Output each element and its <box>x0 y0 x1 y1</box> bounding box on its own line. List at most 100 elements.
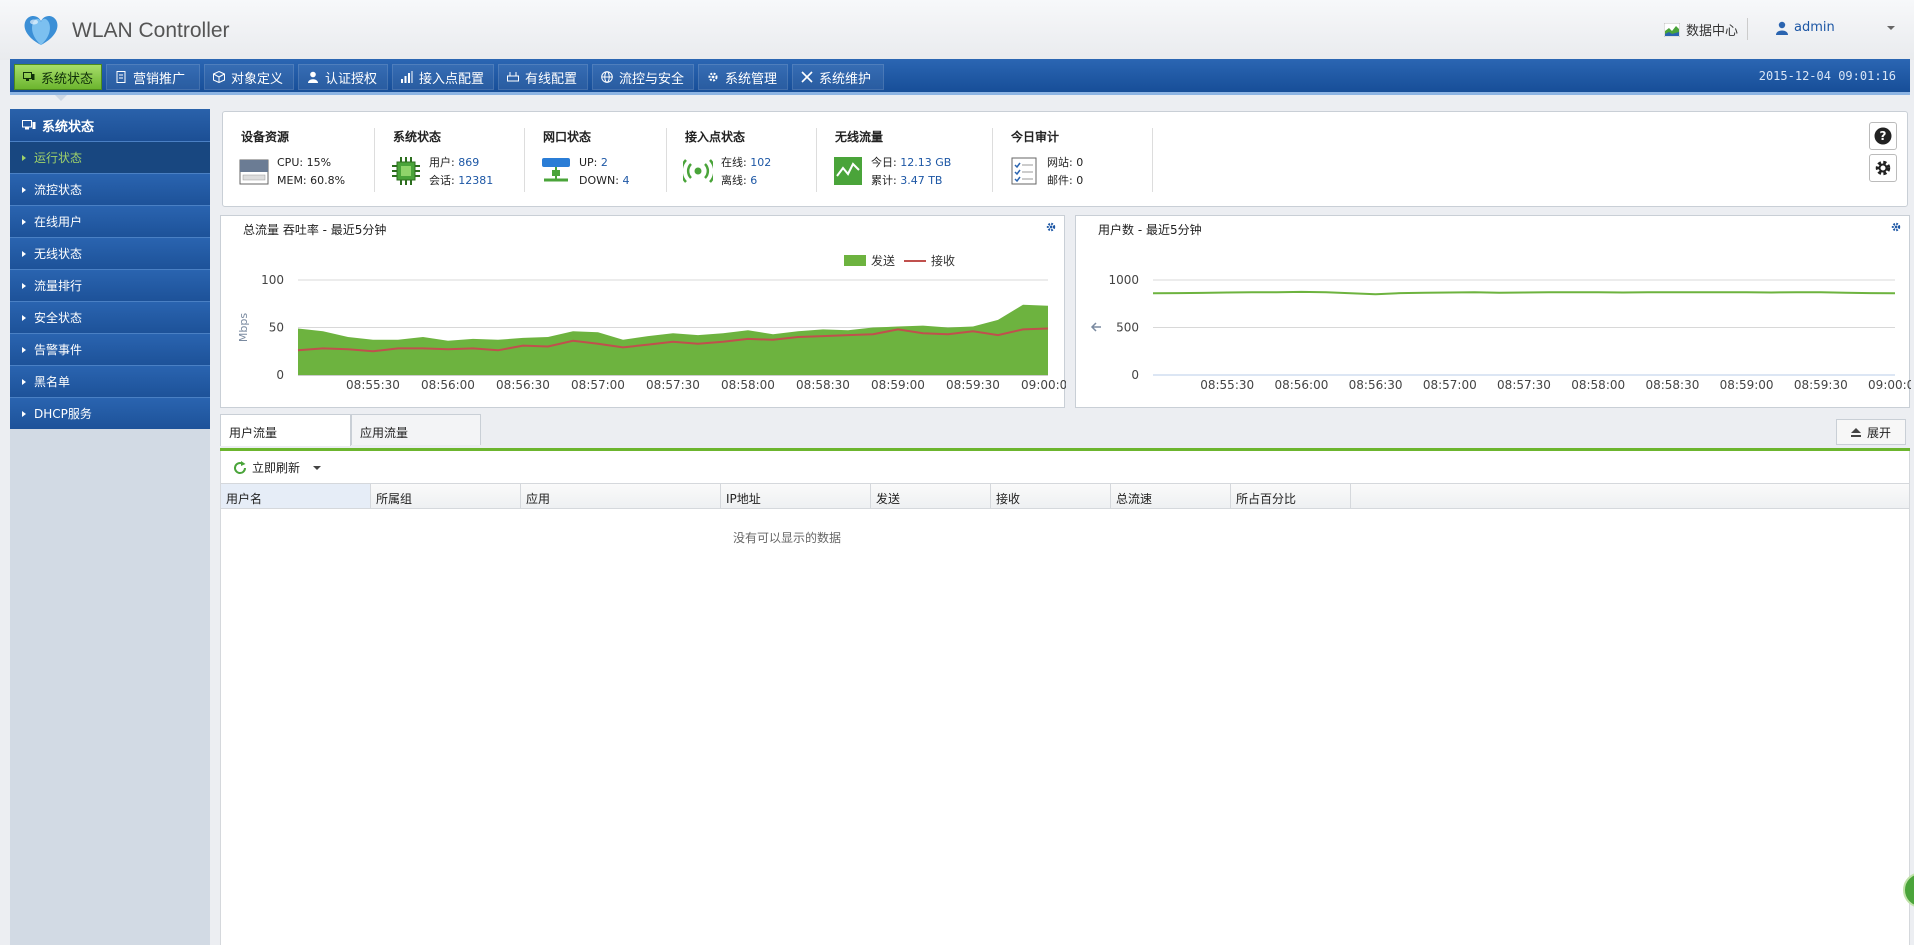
nav-system-maintenance[interactable]: 系统维护 <box>792 64 884 90</box>
sidebar-item-blacklist[interactable]: 黑名单 <box>10 365 210 397</box>
online-value: 102 <box>750 156 772 169</box>
today-value: 12.13 GB <box>900 156 952 169</box>
sidebar-item-traffic-ranking[interactable]: 流量排行 <box>10 269 210 301</box>
total-value: 3.47 TB <box>900 174 943 187</box>
x-tick-label: 08:58:30 <box>1645 378 1699 392</box>
eject-icon <box>1850 427 1861 437</box>
chip-icon <box>392 157 420 185</box>
document-icon <box>116 71 126 83</box>
sidebar-item-label: 在线用户 <box>34 215 83 229</box>
stat-title: 无线流量 <box>835 130 884 144</box>
current-datetime: 2015-12-04 09:01:16 <box>1758 69 1896 83</box>
x-tick-label: 08:56:00 <box>421 378 475 392</box>
column-application[interactable]: 应用 <box>521 484 721 508</box>
sessions-label: 会话: <box>429 174 455 187</box>
sidebar-item-online-users[interactable]: 在线用户 <box>10 205 210 237</box>
legend-label: 发送 <box>871 253 895 268</box>
data-center-link[interactable]: 数据中心 <box>1664 20 1738 39</box>
router-icon <box>507 72 519 82</box>
caret-right-icon <box>22 154 26 161</box>
nav-label: 有线配置 <box>525 71 578 87</box>
chart-settings-button[interactable] <box>1891 222 1901 235</box>
checklist-icon <box>1011 157 1037 185</box>
nav-system-status[interactable]: 系统状态 <box>14 64 102 90</box>
chart-title: 用户数 - 最近5分钟 <box>1098 223 1202 237</box>
offline-value: 6 <box>750 174 758 187</box>
column-sent[interactable]: 发送 <box>871 484 991 508</box>
sessions-value: 12381 <box>458 174 494 187</box>
sidebar-item-security-status[interactable]: 安全状态 <box>10 301 210 333</box>
caret-right-icon <box>22 186 26 193</box>
x-tick-label: 08:58:00 <box>721 378 775 392</box>
traffic-chart-icon <box>834 157 862 185</box>
column-group[interactable]: 所属组 <box>371 484 521 508</box>
mail-label: 邮件: <box>1047 174 1073 187</box>
sidebar-title: 系统状态 <box>10 109 210 141</box>
empty-table-message: 没有可以显示的数据 <box>733 531 842 545</box>
status-summary-panel: 设备资源 CPU: 15% MEM: 60.8% 系统状态 用户: 869 会话… <box>222 111 1908 207</box>
column-ip-address[interactable]: IP地址 <box>721 484 871 508</box>
chevron-down-icon[interactable] <box>313 465 322 471</box>
nav-label: 系统状态 <box>41 71 94 87</box>
traffic-tabs: 用户流量 应用流量 展开 <box>220 414 1910 450</box>
users-value: 869 <box>458 156 480 169</box>
header-divider <box>1747 18 1748 40</box>
column-received[interactable]: 接收 <box>991 484 1111 508</box>
x-tick-label: 08:56:00 <box>1274 378 1328 392</box>
sidebar-item-label: 安全状态 <box>34 311 83 325</box>
caret-right-icon <box>22 378 26 385</box>
x-tick-label: 08:59:00 <box>871 378 925 392</box>
cube-icon <box>213 71 225 83</box>
sidebar-item-alarm-events[interactable]: 告警事件 <box>10 333 210 365</box>
x-tick-label: 08:56:30 <box>1349 378 1403 392</box>
caret-right-icon <box>22 346 26 353</box>
stat-title: 接入点状态 <box>685 130 746 144</box>
user-name: admin <box>1794 20 1835 35</box>
cpu-value: 15% <box>306 156 332 169</box>
nav-flow-security[interactable]: 流控与安全 <box>592 64 694 90</box>
main-nav: 系统状态 营销推广 对象定义 认证授权 接入点配置 有线配置 流控与安全 系统管… <box>10 59 1910 95</box>
offline-label: 离线: <box>721 174 747 187</box>
nav-ap-config[interactable]: 接入点配置 <box>392 64 494 90</box>
user-count-chart-panel: 0 500 1000 08:55:30 08:56:00 08:56:30 08:57:00… <box>1075 215 1911 408</box>
nav-label: 认证授权 <box>325 71 378 87</box>
column-total-rate[interactable]: 总流速 <box>1111 484 1231 508</box>
sidebar-item-label: 告警事件 <box>34 343 83 357</box>
series-line <box>1152 290 1896 296</box>
tab-user-traffic[interactable]: 用户流量 <box>220 414 351 446</box>
column-percentage[interactable]: 所占百分比 <box>1231 484 1351 508</box>
column-username[interactable]: 用户名 <box>221 484 371 508</box>
help-button[interactable]: ? <box>1869 122 1897 150</box>
stat-lines: 网站: 0 邮件: 0 <box>1047 154 1083 190</box>
nav-auth[interactable]: 认证授权 <box>298 64 388 90</box>
settings-button[interactable] <box>1869 154 1897 182</box>
audit-today: 今日审计 网站: 0 邮件: 0 <box>993 112 1153 208</box>
throughput-chart: 0 50 100 08:55:30 08:56:00 08:56:30 08:57:00 08… <box>237 253 1066 392</box>
nav-wired-config[interactable]: 有线配置 <box>498 64 588 90</box>
chart-settings-button[interactable] <box>1046 222 1056 235</box>
throughput-chart-panel: 0 50 100 08:55:30 08:56:00 08:56:30 08:57:00 08… <box>220 215 1066 408</box>
nav-marketing[interactable]: 营销推广 <box>106 64 200 90</box>
nav-object-definition[interactable]: 对象定义 <box>204 64 294 90</box>
refresh-button[interactable]: 立即刷新 <box>252 459 300 476</box>
user-menu[interactable]: admin <box>1776 20 1896 35</box>
nav-label: 系统维护 <box>819 71 872 87</box>
sidebar-item-flow-status[interactable]: 流控状态 <box>10 173 210 205</box>
chart-title: 总流量 吞吐率 - 最近5分钟 <box>243 223 387 237</box>
stat-title: 系统状态 <box>393 130 442 144</box>
x-tick-label: 09:00:00 <box>1021 378 1066 392</box>
user-icon <box>308 71 318 83</box>
users-label: 用户: <box>429 156 455 169</box>
x-tick-label: 08:57:30 <box>646 378 700 392</box>
y-tick-label: 50 <box>269 321 284 335</box>
expand-button[interactable]: 展开 <box>1835 419 1906 445</box>
sidebar-item-dhcp[interactable]: DHCP服务 <box>10 397 210 429</box>
sidebar-item-wireless-status[interactable]: 无线状态 <box>10 237 210 269</box>
x-tick-label: 08:58:00 <box>1571 378 1625 392</box>
stat-lines: 用户: 869 会话: 12381 <box>429 154 493 190</box>
tab-app-traffic[interactable]: 应用流量 <box>351 414 481 445</box>
sidebar-item-running-status[interactable]: 运行状态 <box>10 141 210 173</box>
y-tick-label: 100 <box>261 273 284 287</box>
gear-icon <box>1891 222 1901 232</box>
nav-system-management[interactable]: 系统管理 <box>698 64 788 90</box>
